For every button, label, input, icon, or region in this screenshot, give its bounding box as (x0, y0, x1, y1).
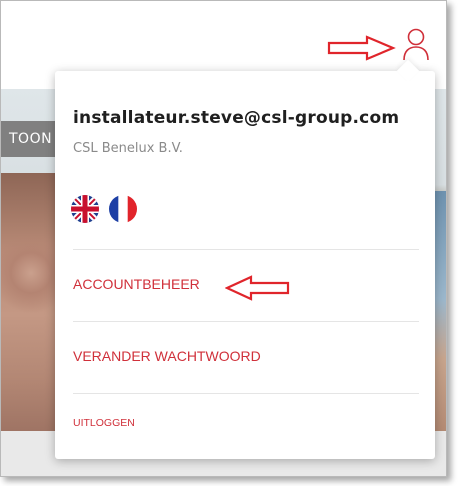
france-flag-icon[interactable] (109, 195, 137, 223)
menu-divider (73, 249, 419, 250)
annotation-arrow-right-icon (327, 35, 396, 61)
user-email: installateur.steve@csl-group.com (73, 108, 400, 128)
language-switcher (71, 195, 137, 223)
user-icon[interactable] (401, 26, 431, 62)
menu-divider (73, 321, 419, 322)
account-management-link[interactable]: ACCOUNTBEHEER (73, 276, 200, 292)
change-password-link[interactable]: VERANDER WACHTWOORD (73, 348, 261, 364)
hero-photo (1, 173, 61, 431)
hero-photo-right (435, 191, 446, 431)
annotation-arrow-left-icon (225, 275, 290, 301)
logout-link[interactable]: UITLOGGEN (73, 417, 135, 429)
tab-toon-label[interactable]: TOON (1, 121, 61, 157)
account-dropdown: installateur.steve@csl-group.com CSL Ben… (55, 59, 435, 459)
browser-viewport: TOON installateur.steve@csl-group.com CS… (0, 0, 447, 477)
company-name: CSL Benelux B.V. (73, 141, 183, 156)
menu-divider (73, 393, 419, 394)
uk-flag-icon[interactable] (71, 195, 99, 223)
